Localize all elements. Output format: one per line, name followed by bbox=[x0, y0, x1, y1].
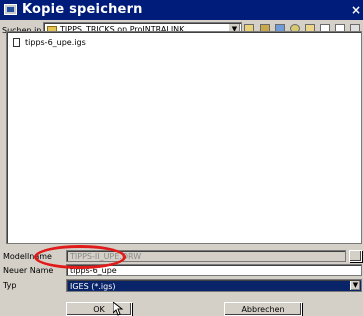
type-label: Typ bbox=[3, 281, 17, 290]
model-browse-button bbox=[349, 250, 362, 262]
file-name: tipps-6_upe.igs bbox=[25, 38, 86, 47]
type-select[interactable]: IGES (*.igs) ▼ bbox=[66, 279, 362, 292]
list-item[interactable]: tipps-6_upe.igs bbox=[13, 38, 86, 47]
type-value: IGES (*.igs) bbox=[70, 282, 116, 291]
new-name-label: Neuer Name bbox=[3, 266, 54, 275]
chevron-down-icon[interactable]: ▼ bbox=[350, 281, 360, 290]
file-icon bbox=[13, 38, 20, 47]
window-icon bbox=[4, 4, 17, 15]
title-bar: Kopie speichern × bbox=[0, 0, 363, 20]
close-button[interactable]: × bbox=[351, 3, 361, 17]
window-title: Kopie speichern bbox=[22, 2, 143, 17]
mouse-cursor-icon bbox=[113, 302, 123, 316]
cancel-button[interactable]: Abbrechen bbox=[224, 302, 302, 316]
highlight-ellipse bbox=[34, 245, 126, 269]
file-list[interactable]: tipps-6_upe.igs bbox=[6, 31, 362, 244]
